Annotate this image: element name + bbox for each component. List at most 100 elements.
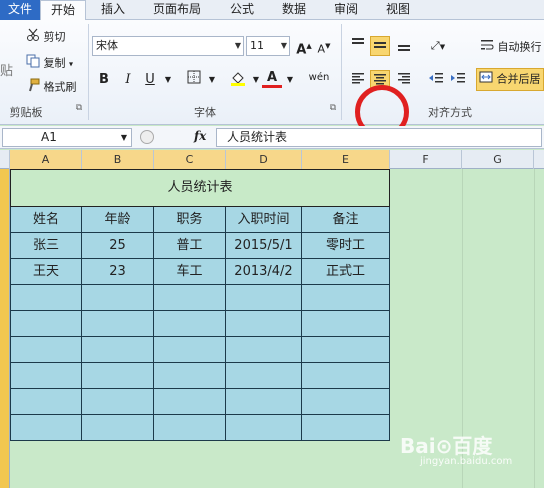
table-cell[interactable] — [226, 389, 302, 415]
borders-button[interactable] — [184, 70, 204, 90]
fill-color-button[interactable] — [228, 70, 248, 90]
table-cell[interactable] — [10, 285, 82, 311]
table-cell[interactable] — [82, 389, 154, 415]
table-cell[interactable] — [82, 311, 154, 337]
table-cell[interactable] — [226, 363, 302, 389]
table-cell[interactable] — [226, 311, 302, 337]
column-header-b[interactable]: B — [82, 150, 154, 169]
font-color-button[interactable]: A — [262, 68, 282, 88]
tab-view[interactable]: 视图 — [378, 0, 418, 20]
table-cell[interactable] — [302, 363, 390, 389]
tab-data[interactable]: 数据 — [274, 0, 314, 20]
tab-formulas[interactable]: 公式 — [222, 0, 262, 20]
font-size-combo[interactable]: 11 ▼ — [246, 36, 290, 56]
copy-dropdown-icon[interactable]: ▾ — [69, 60, 73, 69]
table-cell[interactable]: 正式工 — [302, 259, 390, 285]
table-cell[interactable] — [154, 311, 226, 337]
align-left-button[interactable] — [348, 70, 368, 90]
table-cell[interactable] — [302, 415, 390, 441]
table-cell[interactable] — [82, 415, 154, 441]
table-cell[interactable] — [82, 363, 154, 389]
decrease-indent-button[interactable] — [426, 70, 446, 90]
table-cell[interactable] — [226, 415, 302, 441]
chevron-down-icon[interactable]: ▼ — [202, 70, 222, 90]
table-cell[interactable]: 零时工 — [302, 233, 390, 259]
clipboard-launcher-icon[interactable]: ⧉ — [72, 102, 86, 116]
table-cell[interactable]: 23 — [82, 259, 154, 285]
table-title-cell[interactable]: 人员统计表 — [10, 169, 390, 207]
font-launcher-icon[interactable]: ⧉ — [326, 102, 340, 116]
column-header-c[interactable]: C — [154, 150, 226, 169]
cut-button[interactable]: 剪切 — [26, 28, 66, 47]
table-cell[interactable]: 2015/5/1 — [226, 233, 302, 259]
table-header-cell[interactable]: 备注 — [302, 207, 390, 233]
align-top-button[interactable] — [348, 36, 368, 56]
chevron-down-icon[interactable]: ▼ — [158, 70, 178, 90]
column-header-e[interactable]: E — [302, 150, 390, 169]
phonetic-button[interactable]: wén — [304, 68, 334, 88]
table-header-cell[interactable]: 姓名 — [10, 207, 82, 233]
tab-review[interactable]: 审阅 — [326, 0, 366, 20]
table-header-cell[interactable]: 入职时间 — [226, 207, 302, 233]
table-cell[interactable]: 普工 — [154, 233, 226, 259]
grow-font-button[interactable]: A▲ — [294, 36, 314, 57]
table-cell[interactable] — [154, 389, 226, 415]
chevron-down-icon[interactable]: ▼ — [121, 129, 127, 146]
wrap-text-button[interactable]: 自动换行 — [480, 38, 542, 57]
paste-button[interactable]: 贴 — [0, 64, 13, 80]
orientation-button[interactable]: ⤢▼ — [428, 36, 448, 56]
table-cell[interactable] — [302, 311, 390, 337]
formula-bar-resize-handle[interactable] — [140, 130, 154, 144]
column-header-f[interactable]: F — [390, 150, 462, 169]
format-painter-button[interactable]: 格式刷 — [26, 78, 77, 97]
table-cell[interactable] — [10, 389, 82, 415]
increase-indent-button[interactable] — [448, 70, 468, 90]
table-cell[interactable] — [10, 415, 82, 441]
table-cell[interactable] — [82, 285, 154, 311]
chevron-down-icon[interactable]: ▼ — [281, 37, 287, 55]
merge-center-button[interactable]: 合并后居 — [476, 68, 544, 91]
table-cell[interactable]: 车工 — [154, 259, 226, 285]
table-cell[interactable] — [10, 363, 82, 389]
table-cell[interactable]: 25 — [82, 233, 154, 259]
align-right-button[interactable] — [394, 70, 414, 90]
shrink-font-button[interactable]: A▼ — [314, 36, 334, 56]
chevron-down-icon[interactable]: ▼ — [280, 70, 300, 90]
font-name-combo[interactable]: 宋体 ▼ — [92, 36, 244, 56]
table-cell[interactable] — [302, 389, 390, 415]
tab-home[interactable]: 开始 — [40, 0, 86, 21]
underline-button[interactable]: U — [140, 70, 160, 90]
table-cell[interactable] — [302, 285, 390, 311]
copy-button[interactable]: 复制 ▾ — [26, 54, 73, 73]
column-header-d[interactable]: D — [226, 150, 302, 169]
table-cell[interactable] — [226, 285, 302, 311]
tab-page-layout[interactable]: 页面布局 — [146, 0, 208, 20]
chevron-down-icon[interactable]: ▼ — [235, 37, 241, 55]
table-header-cell[interactable]: 职务 — [154, 207, 226, 233]
table-header-cell[interactable]: 年龄 — [82, 207, 154, 233]
column-header-a[interactable]: A — [10, 150, 82, 169]
name-box[interactable]: A1 ▼ — [2, 128, 132, 147]
insert-function-button[interactable]: fx — [194, 129, 206, 143]
table-cell[interactable] — [10, 311, 82, 337]
bold-button[interactable]: B — [94, 70, 114, 90]
formula-input[interactable]: 人员统计表 — [216, 128, 542, 147]
table-cell[interactable] — [302, 337, 390, 363]
table-cell[interactable] — [154, 337, 226, 363]
table-cell[interactable] — [154, 415, 226, 441]
table-cell[interactable] — [154, 285, 226, 311]
table-cell[interactable] — [154, 363, 226, 389]
select-all-corner[interactable] — [0, 150, 10, 169]
column-header-g[interactable]: G — [462, 150, 534, 169]
row-headers[interactable] — [0, 169, 10, 488]
table-cell[interactable] — [82, 337, 154, 363]
tab-file[interactable]: 文件 — [0, 0, 40, 20]
table-cell[interactable] — [10, 337, 82, 363]
table-cell[interactable]: 张三 — [10, 233, 82, 259]
table-cell[interactable]: 王天 — [10, 259, 82, 285]
align-middle-button[interactable] — [370, 36, 390, 56]
italic-button[interactable]: I — [118, 70, 138, 90]
align-bottom-button[interactable] — [394, 36, 414, 56]
table-cell[interactable] — [226, 337, 302, 363]
tab-insert[interactable]: 插入 — [92, 0, 134, 20]
